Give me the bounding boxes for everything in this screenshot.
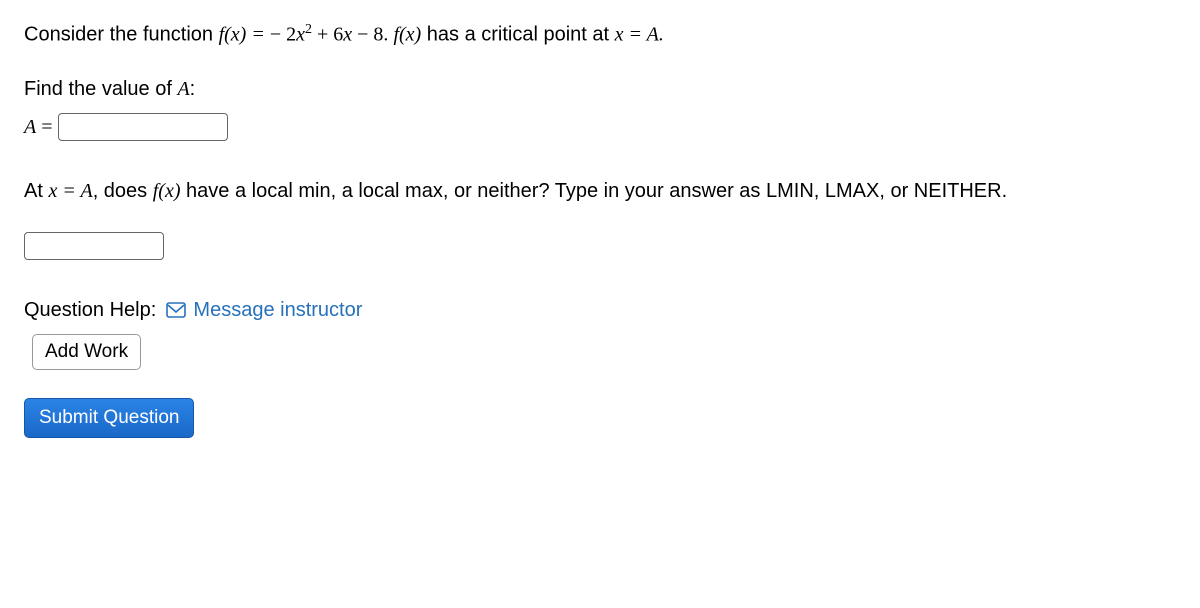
x-var: x xyxy=(296,24,305,46)
message-instructor-link[interactable]: Message instructor xyxy=(193,299,362,321)
at-x-mid: , does xyxy=(93,180,153,202)
question-help-row: Question Help: Message instructor xyxy=(24,296,1176,326)
add-work-button[interactable]: Add Work xyxy=(32,334,141,370)
intro-after: has a critical point at xyxy=(421,24,614,46)
classify-prompt: At x = A, does f(x) have a local min, a … xyxy=(24,177,1176,205)
x-eq-A-2: x = A xyxy=(48,180,92,202)
minus-8: − 8. xyxy=(352,24,393,46)
at-x-pre: At xyxy=(24,180,48,202)
answer-input-row xyxy=(24,231,1176,260)
fx-2: f(x) xyxy=(393,24,421,46)
fx-equals: f(x) = xyxy=(219,24,270,46)
question-help-label: Question Help: xyxy=(24,299,156,321)
exponent-2: 2 xyxy=(305,22,312,37)
at-x-after: have a local min, a local max, or neithe… xyxy=(181,180,1008,202)
colon: : xyxy=(190,78,196,100)
input-A[interactable] xyxy=(58,113,228,141)
add-work-row: Add Work xyxy=(24,334,1176,370)
coef-2: 2 xyxy=(286,24,296,46)
submit-row: Submit Question xyxy=(24,370,1176,438)
submit-question-button[interactable]: Submit Question xyxy=(24,398,194,438)
neg-sign: − xyxy=(270,24,286,46)
x-eq-A: x = A. xyxy=(615,24,664,46)
A-equals-pre: A xyxy=(24,116,36,138)
a-input-row: A = xyxy=(24,113,1176,142)
A-var: A xyxy=(177,78,189,100)
plus-6: + 6 xyxy=(312,24,343,46)
question-intro: Consider the function f(x) = − 2x2 + 6x … xyxy=(24,20,1176,49)
intro-text: Consider the function xyxy=(24,24,219,46)
mail-icon xyxy=(166,298,186,326)
fx-3: f(x) xyxy=(153,180,181,202)
A-equals: = xyxy=(36,116,57,138)
find-a-prompt: Find the value of A: xyxy=(24,75,1176,103)
input-answer[interactable] xyxy=(24,232,164,260)
find-label: Find the value of xyxy=(24,78,177,100)
x-var-2: x xyxy=(343,24,352,46)
